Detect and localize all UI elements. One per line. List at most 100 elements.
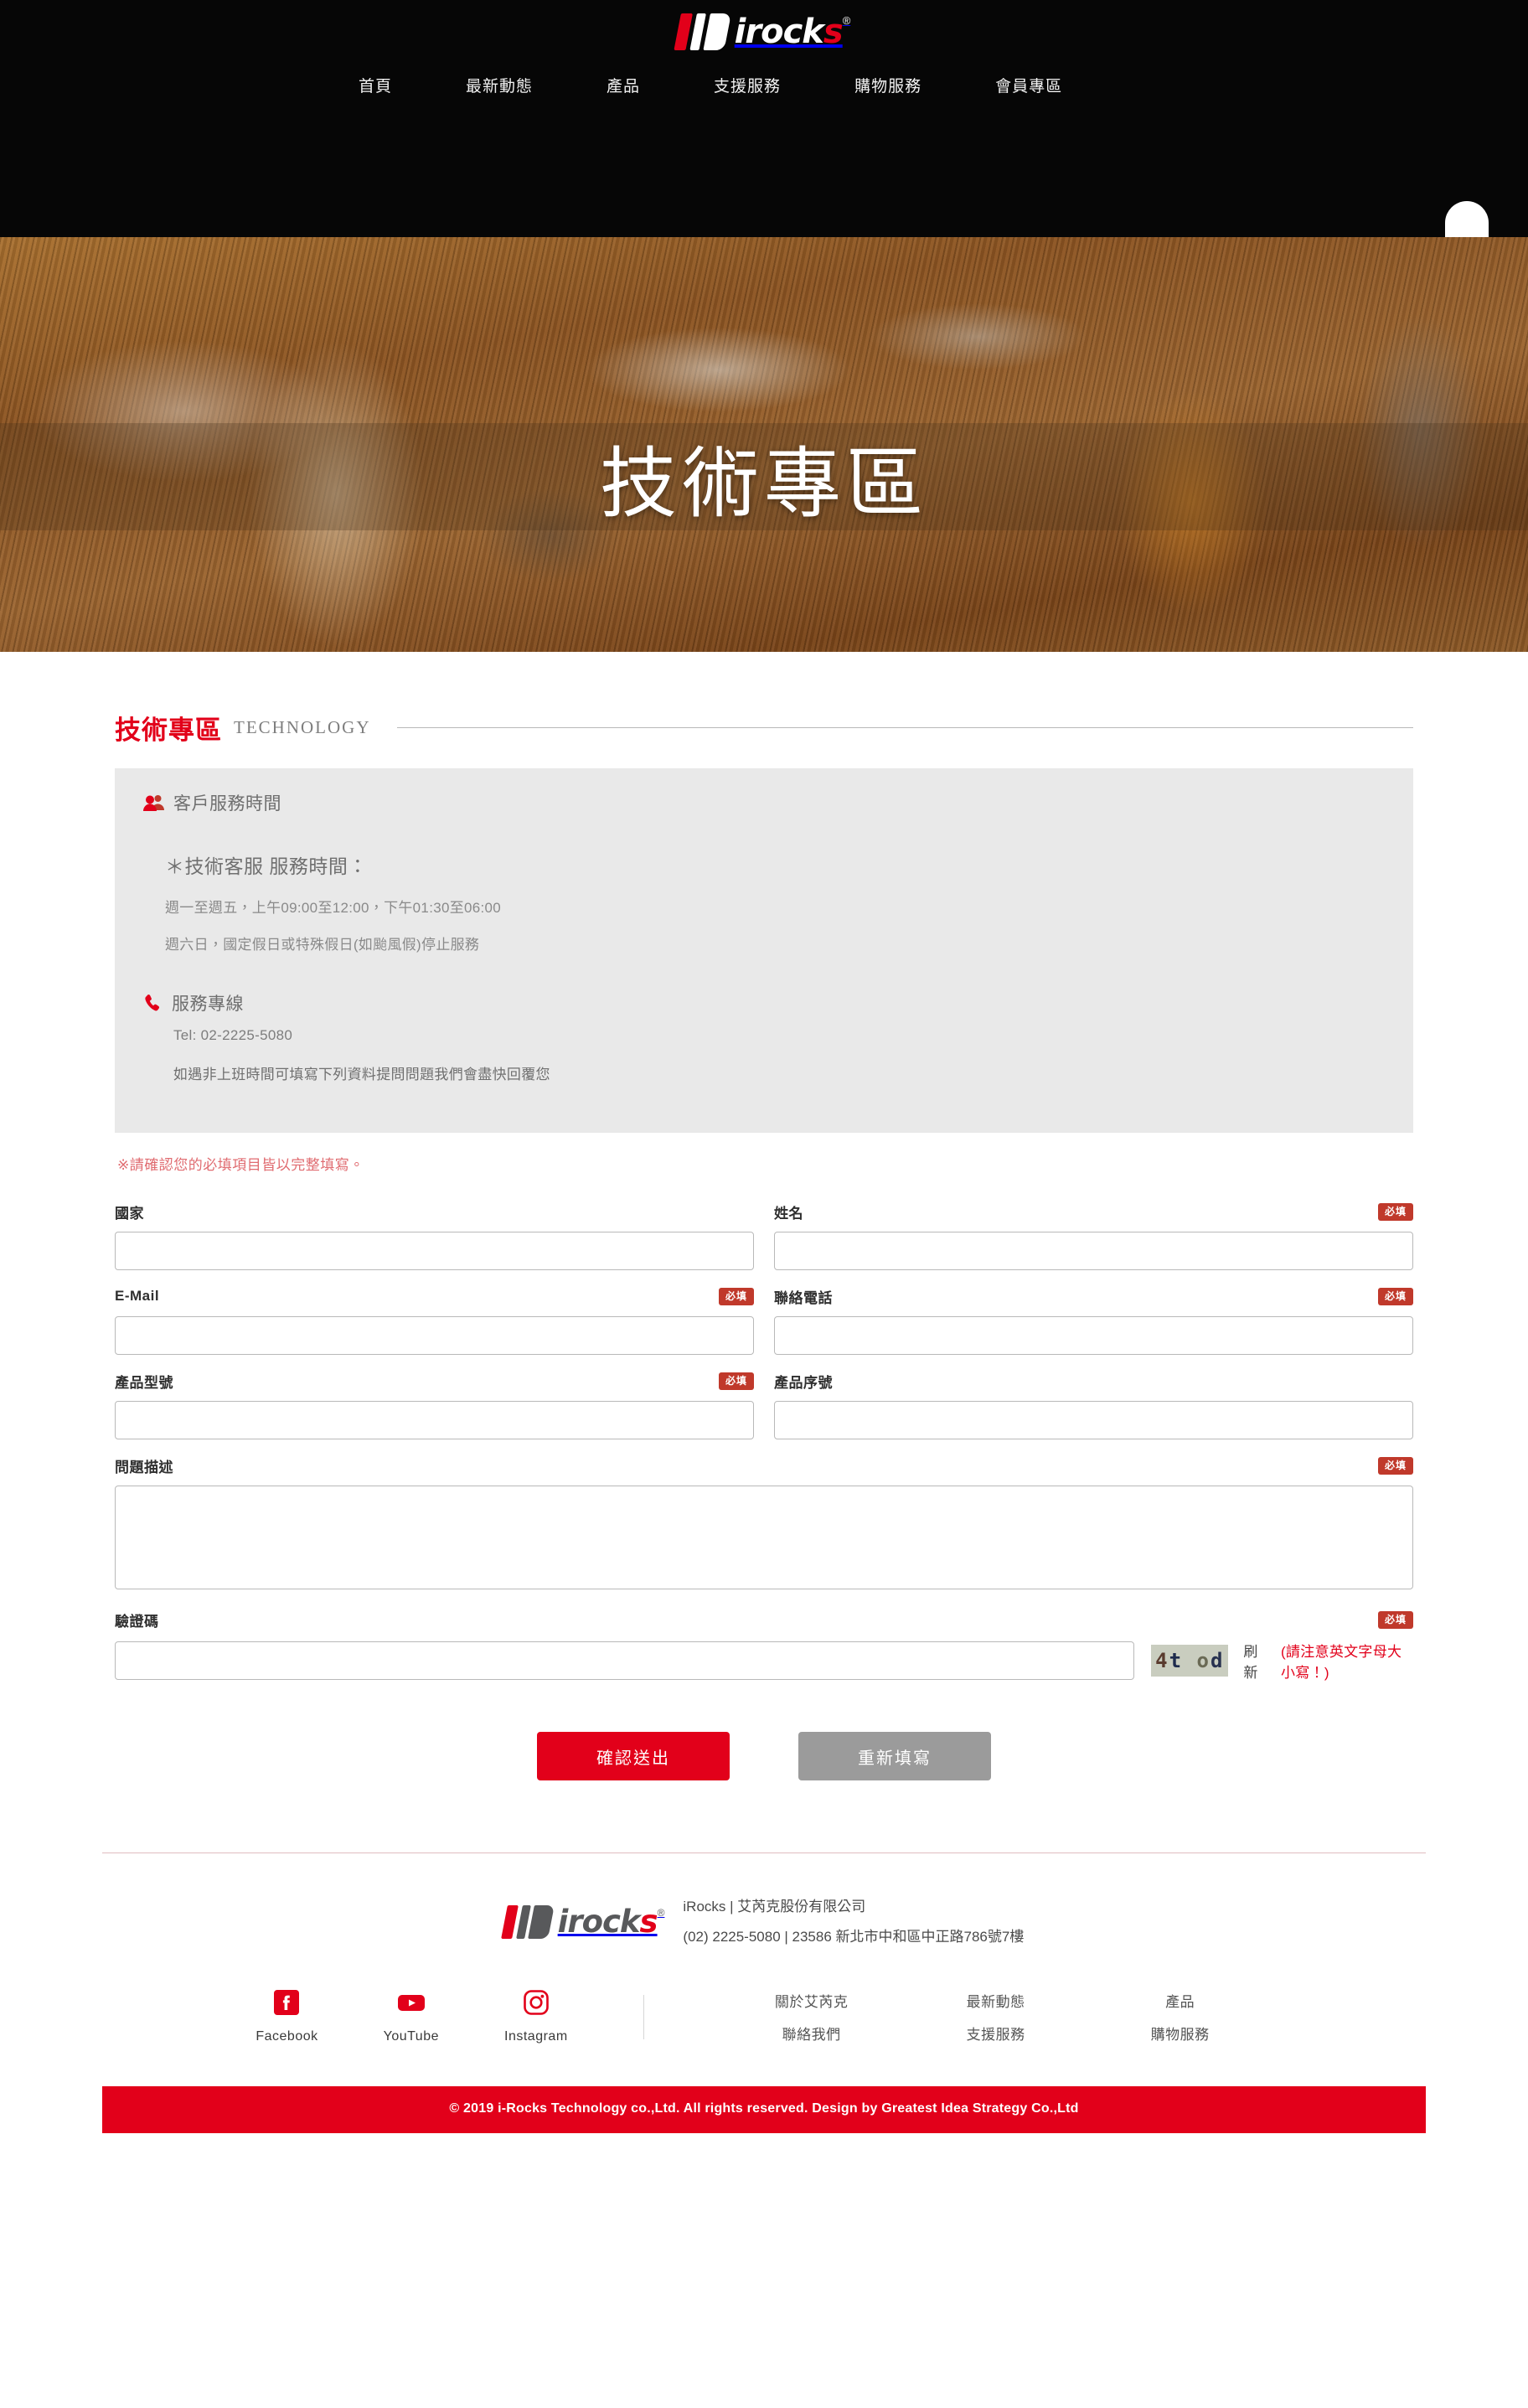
nav-spacer bbox=[412, 74, 446, 96]
phone-icon bbox=[143, 993, 163, 1013]
youtube-icon bbox=[396, 1990, 426, 2019]
captcha-char-3: o bbox=[1196, 1649, 1211, 1672]
label-description: 問題描述 bbox=[115, 1459, 173, 1475]
description-textarea[interactable] bbox=[115, 1486, 1413, 1589]
registered-mark: ® bbox=[842, 14, 851, 27]
section-header: 技術專區 TECHNOLOGY bbox=[102, 709, 1426, 747]
hotline-tel: Tel: 02-2225-5080 bbox=[173, 1027, 293, 1043]
label-product-model: 產品型號 bbox=[115, 1374, 173, 1391]
required-badge-captcha: 必填 bbox=[1377, 1610, 1413, 1629]
main-navigation: 首頁 最新動態 產品 支援服務 購物服務 會員專區 bbox=[0, 74, 1528, 96]
irocks-logo-icon bbox=[500, 1904, 555, 1939]
nav-spacer bbox=[553, 74, 586, 96]
irocks-logo-icon bbox=[674, 13, 731, 50]
footer-link-shopping[interactable]: 購物服務 bbox=[1151, 2023, 1210, 2044]
hotline-note: 如遇非上班時間可填寫下列資料提問問題我們會盡快回覆您 bbox=[173, 1067, 550, 1083]
form-row-captcha: 驗證碼 必填 4t od 刷新 (請注意英文字母大小寫！) bbox=[115, 1609, 1413, 1682]
form-button-row: 確認送出 重新填寫 bbox=[115, 1732, 1413, 1780]
footer-company-address: (02) 2225-5080 | 23586 新北市中和區中正路786號7樓 bbox=[683, 1928, 1025, 1945]
product-model-input[interactable] bbox=[115, 1401, 754, 1439]
service-hours-line-1: 週一至週五，上午09:00至12:00，下午01:30至06:00 bbox=[165, 900, 502, 916]
label-email: E-Mail bbox=[115, 1288, 160, 1304]
form-row-email-phone: E-Mail 必填 聯絡電話 必填 bbox=[115, 1285, 1413, 1355]
footer-columns: Facebook YouTube Instagram 關於艾芮克 聯絡我們 最新… bbox=[102, 1990, 1426, 2086]
captcha-input[interactable] bbox=[115, 1641, 1135, 1680]
label-name: 姓名 bbox=[774, 1205, 803, 1222]
nav-item-home[interactable]: 首頁 bbox=[338, 74, 412, 96]
form-row-country-name: 國家 必填 姓名 必填 bbox=[115, 1201, 1413, 1270]
social-link-facebook[interactable]: Facebook bbox=[256, 1990, 317, 2044]
section-title-zh: 技術專區 bbox=[115, 716, 222, 745]
site-logo[interactable]: irocks ® bbox=[674, 13, 851, 50]
service-hours-subtitle: ＊技術客服 服務時間： bbox=[165, 855, 368, 877]
field-country: 國家 必填 bbox=[115, 1201, 754, 1270]
field-captcha: 驗證碼 必填 4t od 刷新 (請注意英文字母大小寫！) bbox=[115, 1609, 1413, 1682]
field-description: 問題描述 必填 bbox=[115, 1455, 1413, 1594]
field-name: 姓名 必填 bbox=[774, 1201, 1413, 1270]
service-hours-heading-row: 客戶服務時間 bbox=[143, 790, 1385, 815]
social-links: Facebook YouTube Instagram bbox=[256, 1990, 643, 2044]
nav-item-news[interactable]: 最新動態 bbox=[446, 74, 553, 96]
site-header: irocks ® 首頁 最新動態 產品 支援服務 購物服務 會員專區 bbox=[0, 0, 1528, 240]
product-serial-input[interactable] bbox=[774, 1401, 1413, 1439]
field-product-model: 產品型號 必填 bbox=[115, 1370, 754, 1439]
hotline-heading-row: 服務專線 bbox=[143, 990, 1385, 1015]
service-info-panel: 客戶服務時間 ＊技術客服 服務時間： 週一至週五，上午09:00至12:00，下… bbox=[115, 768, 1413, 1133]
instagram-icon bbox=[524, 1990, 549, 2019]
footer-link-contact[interactable]: 聯絡我們 bbox=[782, 2023, 841, 2044]
submit-button[interactable]: 確認送出 bbox=[537, 1732, 730, 1780]
name-input[interactable] bbox=[774, 1232, 1413, 1270]
copyright-bar: © 2019 i-Rocks Technology co.,Ltd. All r… bbox=[102, 2086, 1426, 2134]
country-input[interactable] bbox=[115, 1232, 754, 1270]
email-input[interactable] bbox=[115, 1316, 754, 1355]
captcha-char-2: t bbox=[1169, 1649, 1184, 1672]
label-captcha: 驗證碼 bbox=[115, 1613, 159, 1630]
reset-button[interactable]: 重新填寫 bbox=[798, 1732, 991, 1780]
footer-link-support[interactable]: 支援服務 bbox=[967, 2023, 1025, 2044]
nav-item-member[interactable]: 會員專區 bbox=[975, 74, 1082, 96]
footer-link-news[interactable]: 最新動態 bbox=[967, 1990, 1025, 2011]
phone-input[interactable] bbox=[774, 1316, 1413, 1355]
required-badge-email: 必填 bbox=[718, 1287, 754, 1305]
section-title-en: TECHNOLOGY bbox=[234, 717, 371, 737]
footer-links-column-1: 關於艾芮克 聯絡我們 bbox=[720, 1990, 904, 2044]
nav-item-support[interactable]: 支援服務 bbox=[694, 74, 801, 96]
social-label-instagram: Instagram bbox=[504, 2029, 568, 2044]
footer-brand: irocks ® iRocks | 艾芮克股份有限公司 (02) 2225-50… bbox=[102, 1892, 1426, 1951]
field-phone: 聯絡電話 必填 bbox=[774, 1285, 1413, 1355]
footer-link-products[interactable]: 產品 bbox=[1165, 1990, 1195, 2011]
nav-spacer bbox=[801, 74, 834, 96]
captcha-refresh-link[interactable]: 刷新 bbox=[1243, 1640, 1266, 1682]
form-row-model-serial: 產品型號 必填 產品序號 必填 bbox=[115, 1370, 1413, 1439]
required-warning: ※請確認您的必填項目皆以完整填寫。 bbox=[117, 1157, 364, 1173]
label-product-serial: 產品序號 bbox=[774, 1374, 833, 1391]
scroll-to-top-button[interactable] bbox=[1445, 201, 1489, 240]
social-label-facebook: Facebook bbox=[256, 2029, 318, 2044]
required-badge-name: 必填 bbox=[1377, 1202, 1413, 1221]
nav-item-shopping[interactable]: 購物服務 bbox=[834, 74, 942, 96]
nav-item-products[interactable]: 產品 bbox=[586, 74, 660, 96]
field-product-serial: 產品序號 必填 bbox=[774, 1370, 1413, 1439]
site-footer: irocks ® iRocks | 艾芮克股份有限公司 (02) 2225-50… bbox=[102, 1853, 1426, 2134]
hero-banner: 技術專區 bbox=[0, 237, 1528, 652]
social-link-youtube[interactable]: YouTube bbox=[384, 1990, 439, 2044]
form-row-description: 問題描述 必填 bbox=[115, 1455, 1413, 1594]
footer-link-about[interactable]: 關於艾芮克 bbox=[775, 1990, 849, 2011]
footer-links-column-2: 最新動態 支援服務 bbox=[904, 1990, 1088, 2044]
footer-links-column-3: 產品 購物服務 bbox=[1088, 1990, 1272, 2044]
hero-title: 技術專區 bbox=[599, 441, 928, 527]
label-country: 國家 bbox=[115, 1205, 144, 1222]
registered-mark: ® bbox=[657, 1906, 665, 1919]
social-link-instagram[interactable]: Instagram bbox=[504, 1990, 568, 2044]
required-badge-product-model: 必填 bbox=[718, 1372, 754, 1390]
footer-logo[interactable]: irocks ® bbox=[500, 1904, 665, 1939]
footer-link-columns: 關於艾芮克 聯絡我們 最新動態 支援服務 產品 購物服務 bbox=[644, 1990, 1272, 2044]
hotline-heading: 服務專線 bbox=[172, 995, 244, 1014]
required-badge-description: 必填 bbox=[1377, 1456, 1413, 1475]
captcha-char-4: d bbox=[1210, 1649, 1225, 1672]
captcha-image: 4t od bbox=[1151, 1645, 1229, 1677]
social-label-youtube: YouTube bbox=[383, 2029, 439, 2044]
technical-support-form: 國家 必填 姓名 必填 E-Mail 必填 bbox=[102, 1201, 1426, 1780]
label-phone: 聯絡電話 bbox=[774, 1289, 833, 1306]
nav-spacer bbox=[660, 74, 694, 96]
